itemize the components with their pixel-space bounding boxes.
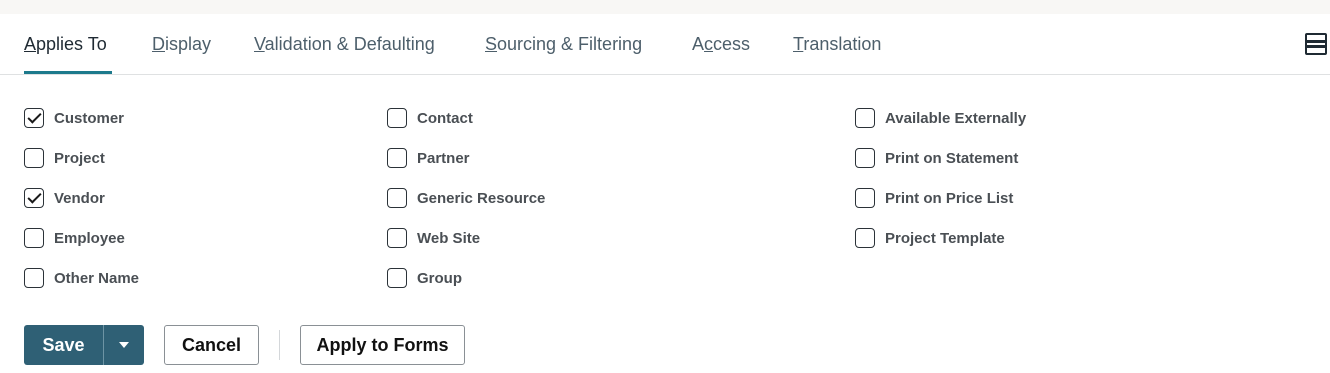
checkbox[interactable] — [855, 148, 875, 168]
tab-label: alidation & Defaulting — [264, 34, 435, 54]
checkbox-label: Employee — [54, 229, 125, 247]
tab-label: isplay — [165, 34, 212, 54]
checkbox[interactable] — [387, 108, 407, 128]
tab-label: ourcing & Filtering — [497, 34, 643, 54]
tab-sourcing-filtering[interactable]: Sourcing & Filtering — [485, 34, 642, 55]
top-strip — [0, 0, 1330, 14]
checkbox-label: Print on Price List — [885, 189, 1014, 207]
checkbox-print-on-statement[interactable]: Print on Statement — [855, 147, 1018, 169]
checkbox-label: Project — [54, 149, 105, 167]
checkbox-employee[interactable]: Employee — [24, 227, 125, 249]
checkbox[interactable] — [387, 268, 407, 288]
checkbox[interactable] — [855, 228, 875, 248]
checkbox-label: Partner — [417, 149, 470, 167]
tab-accesskey: V — [254, 34, 265, 54]
tab-validation-defaulting[interactable]: Validation & Defaulting — [254, 34, 435, 55]
checkbox-label: Generic Resource — [417, 189, 546, 207]
checkbox[interactable] — [387, 148, 407, 168]
checkbox[interactable] — [24, 188, 44, 208]
checkbox-vendor[interactable]: Vendor — [24, 187, 105, 209]
button-divider — [279, 330, 280, 360]
checkbox-project[interactable]: Project — [24, 147, 105, 169]
checkbox-label: Contact — [417, 109, 473, 127]
tab-label: cess — [713, 34, 751, 54]
checkbox-print-on-price-list[interactable]: Print on Price List — [855, 187, 1013, 209]
checkbox-customer[interactable]: Customer — [24, 107, 124, 129]
tab-display[interactable]: Display — [152, 34, 211, 55]
checkbox-project-template[interactable]: Project Template — [855, 227, 1005, 249]
checkbox-label: Group — [417, 269, 462, 287]
chevron-down-icon — [119, 342, 129, 348]
checkbox-available-externally[interactable]: Available Externally — [855, 107, 1026, 129]
checkbox[interactable] — [24, 228, 44, 248]
save-menu-button[interactable] — [103, 325, 144, 365]
tab-translation[interactable]: Translation — [793, 34, 881, 55]
checkbox[interactable] — [24, 148, 44, 168]
checkbox-web-site[interactable]: Web Site — [387, 227, 480, 249]
checkbox[interactable] — [387, 188, 407, 208]
tab-accesskey: c — [704, 34, 714, 54]
checkbox[interactable] — [24, 108, 44, 128]
checkbox-contact[interactable]: Contact — [387, 107, 473, 129]
checkbox-group[interactable]: Group — [387, 267, 462, 289]
checkbox-label: Available Externally — [885, 109, 1027, 127]
apply-to-forms-button[interactable]: Apply to Forms — [300, 325, 465, 365]
tab-accesskey: T — [793, 34, 804, 54]
checkbox-label: Other Name — [54, 269, 140, 287]
checkbox-other-name[interactable]: Other Name — [24, 267, 139, 289]
checkbox[interactable] — [387, 228, 407, 248]
checkbox-label: Web Site — [417, 229, 481, 247]
checkbox-label: Customer — [54, 109, 125, 127]
layout-toggle-icon[interactable] — [1305, 33, 1327, 55]
cancel-button[interactable]: Cancel — [164, 325, 259, 365]
tab-label: pplies To — [36, 34, 107, 54]
checkbox-label: Print on Statement — [885, 149, 1019, 167]
tab-accesskey: D — [152, 34, 165, 54]
checkbox[interactable] — [855, 188, 875, 208]
tab-accesskey: A — [24, 34, 37, 54]
checkbox-label: Project Template — [885, 229, 1005, 247]
tab-label: A — [692, 34, 705, 54]
checkbox-partner[interactable]: Partner — [387, 147, 470, 169]
tab-accesskey: S — [485, 34, 498, 54]
checkbox-label: Vendor — [54, 189, 105, 207]
tab-bar: Applies To Display Validation & Defaulti… — [0, 14, 1330, 75]
active-tab-indicator — [24, 71, 112, 74]
checkbox-generic-resource[interactable]: Generic Resource — [387, 187, 545, 209]
tab-access[interactable]: Access — [692, 34, 750, 55]
tab-label: ranslation — [803, 34, 882, 54]
checkbox[interactable] — [24, 268, 44, 288]
save-button[interactable]: Save — [24, 325, 103, 365]
checkbox[interactable] — [855, 108, 875, 128]
tab-applies-to[interactable]: Applies To — [24, 34, 107, 55]
